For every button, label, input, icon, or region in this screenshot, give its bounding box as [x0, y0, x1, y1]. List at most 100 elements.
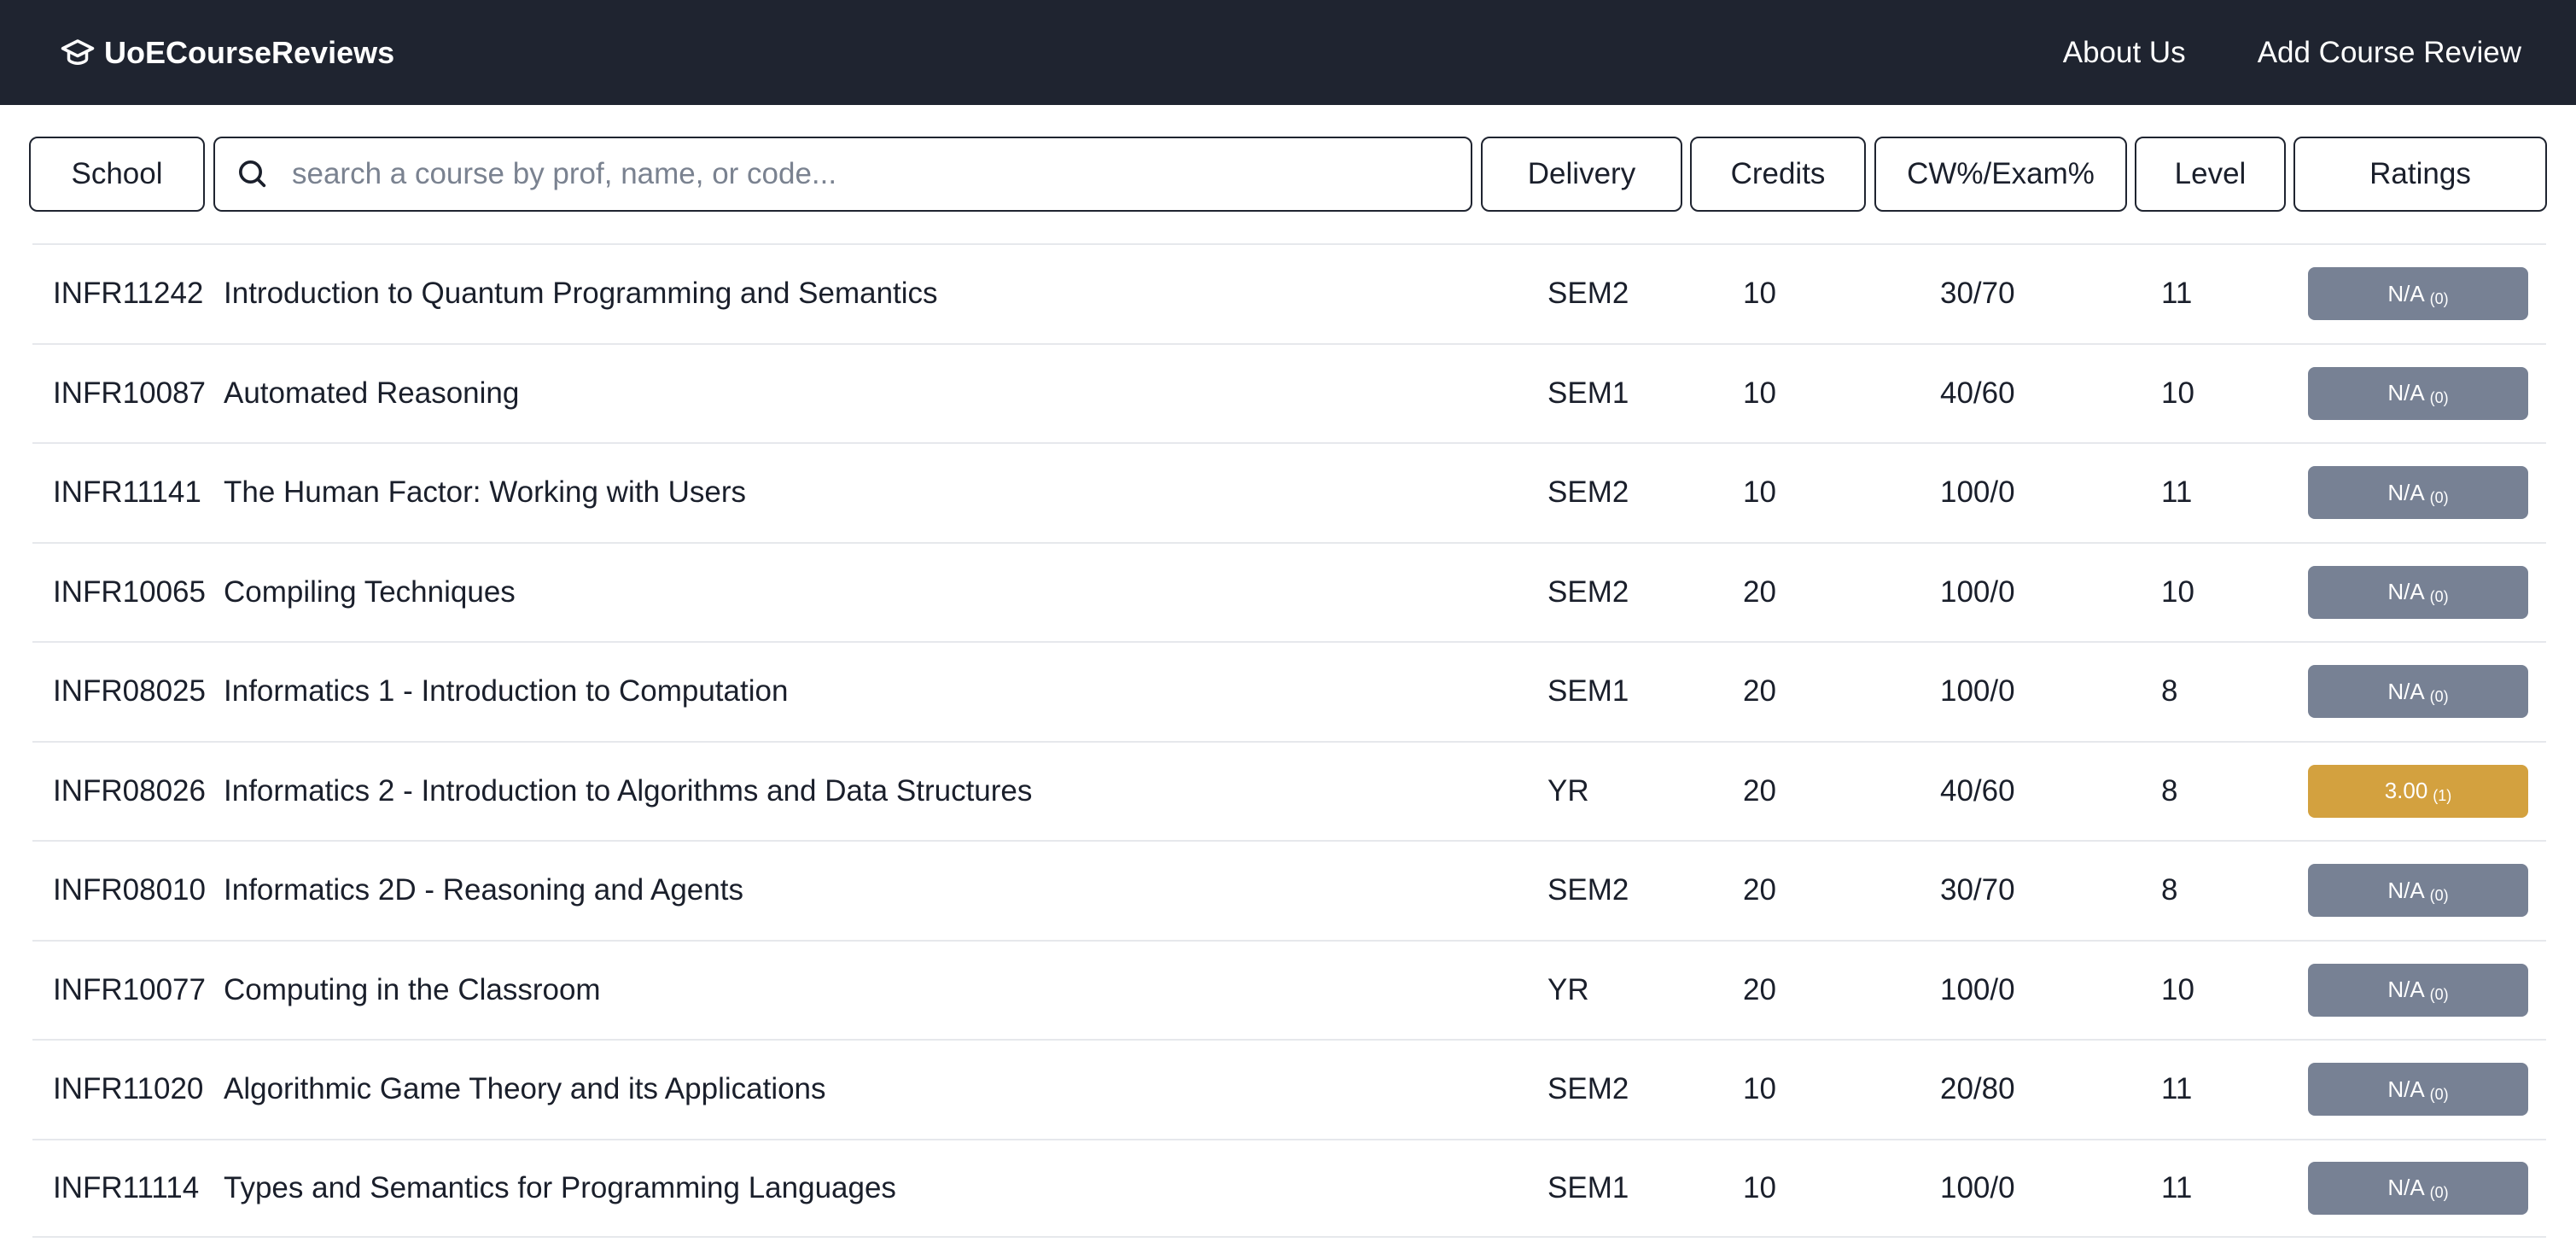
course-code: INFR10077: [53, 972, 206, 1006]
course-cw-exam: 30/70: [1940, 277, 2015, 311]
course-row[interactable]: INFR11114 Types and Semantics for Program…: [32, 1138, 2546, 1238]
search-icon: [236, 157, 270, 191]
course-row[interactable]: INFR11020 Algorithmic Game Theory and its…: [32, 1039, 2546, 1139]
course-delivery: SEM1: [1547, 1170, 1629, 1204]
course-level: 11: [2161, 475, 2193, 510]
course-row[interactable]: INFR08025 Informatics 1 - Introduction to…: [32, 641, 2546, 741]
course-code: INFR11020: [53, 1072, 204, 1106]
course-row[interactable]: INFR10077 Computing in the Classroom YR 20 1…: [32, 939, 2546, 1040]
course-rating-cell: N/A (0): [2308, 842, 2528, 940]
course-cw-exam: 100/0: [1940, 674, 2015, 709]
about-us-link[interactable]: About Us: [2063, 36, 2186, 70]
ratings-filter-button[interactable]: Ratings: [2293, 137, 2547, 212]
rating-badge: N/A (0): [2308, 466, 2528, 520]
rating-count: (0): [2429, 488, 2449, 506]
course-name: Informatics 2D - Reasoning and Agents: [224, 873, 743, 907]
rating-value: N/A: [2387, 977, 2425, 1003]
course-level: 8: [2161, 873, 2178, 907]
rating-badge: N/A (0): [2308, 1063, 2528, 1117]
course-name: Computing in the Classroom: [224, 972, 601, 1006]
course-cw-exam: 100/0: [1940, 475, 2015, 510]
rating-badge: 3.00 (1): [2308, 764, 2528, 818]
rating-badge: N/A (0): [2308, 963, 2528, 1017]
course-name: The Human Factor: Working with Users: [224, 475, 747, 510]
rating-count: (0): [2429, 687, 2449, 705]
course-rating-cell: 3.00 (1): [2308, 743, 2528, 841]
add-course-review-link[interactable]: Add Course Review: [2258, 36, 2521, 70]
brand-link[interactable]: UoECourseReviews: [60, 35, 394, 71]
rating-badge: N/A (0): [2308, 366, 2528, 420]
course-delivery: SEM1: [1547, 376, 1629, 410]
rating-value: N/A: [2387, 380, 2425, 406]
course-code: INFR11141: [53, 475, 201, 510]
rating-value: 3.00: [2384, 778, 2428, 804]
course-row[interactable]: INFR11141 The Human Factor: Working with …: [32, 442, 2546, 542]
course-delivery: YR: [1547, 773, 1589, 808]
course-cw-exam: 100/0: [1940, 574, 2015, 609]
course-credits: 10: [1743, 277, 1776, 311]
course-name: Automated Reasoning: [224, 376, 520, 410]
rating-count: (0): [2429, 389, 2449, 407]
rating-badge: N/A (0): [2308, 267, 2528, 321]
course-row[interactable]: INFR10065 Compiling Techniques SEM2 20 100/0…: [32, 541, 2546, 642]
course-name: Types and Semantics for Programming Lang…: [224, 1170, 896, 1204]
course-cw-exam: 40/60: [1940, 773, 2015, 808]
course-credits: 10: [1743, 1072, 1776, 1106]
course-credits: 20: [1743, 574, 1776, 609]
course-level: 10: [2161, 574, 2194, 609]
course-code: INFR08010: [53, 873, 206, 907]
rating-count: (0): [2429, 1085, 2449, 1103]
course-name: Compiling Techniques: [224, 574, 516, 609]
course-level: 11: [2161, 1072, 2193, 1106]
course-rating-cell: N/A (0): [2308, 245, 2528, 343]
rating-value: N/A: [2387, 579, 2425, 605]
rating-value: N/A: [2387, 280, 2425, 306]
rating-badge: N/A (0): [2308, 565, 2528, 619]
course-delivery: SEM2: [1547, 574, 1629, 609]
course-rating-cell: N/A (0): [2308, 942, 2528, 1040]
brand-name: UoECourseReviews: [104, 34, 395, 70]
course-delivery: SEM2: [1547, 1072, 1629, 1106]
course-code: INFR11114: [53, 1170, 200, 1204]
course-name: Informatics 2 - Introduction to Algorith…: [224, 773, 1033, 808]
course-cw-exam: 20/80: [1940, 1072, 2015, 1106]
rating-value: N/A: [2387, 678, 2425, 704]
course-row[interactable]: INFR10087 Automated Reasoning SEM1 10 40/60 1…: [32, 342, 2546, 443]
rating-value: N/A: [2387, 1076, 2425, 1102]
search-input[interactable]: [290, 156, 1471, 192]
level-filter-button[interactable]: Level: [2135, 137, 2286, 212]
rating-count: (0): [2429, 1184, 2449, 1202]
course-name: Algorithmic Game Theory and its Applicat…: [224, 1072, 826, 1106]
course-delivery: SEM2: [1547, 475, 1629, 510]
rating-count: (1): [2433, 787, 2452, 805]
course-credits: 10: [1743, 376, 1776, 410]
school-filter-button[interactable]: School: [29, 137, 205, 212]
rating-count: (0): [2429, 588, 2449, 606]
rating-value: N/A: [2387, 1175, 2425, 1201]
rating-badge: N/A (0): [2308, 665, 2528, 719]
course-row[interactable]: INFR08026 Informatics 2 - Introduction to…: [32, 740, 2546, 841]
course-cw-exam: 100/0: [1940, 972, 2015, 1006]
course-row[interactable]: INFR08010 Informatics 2D - Reasoning and …: [32, 840, 2546, 940]
course-credits: 20: [1743, 773, 1776, 808]
course-credits: 20: [1743, 873, 1776, 907]
credits-filter-button[interactable]: Credits: [1690, 137, 1866, 212]
course-credits: 10: [1743, 475, 1776, 510]
course-name: Informatics 1 - Introduction to Computat…: [224, 674, 789, 709]
course-code: INFR10087: [53, 376, 206, 410]
course-credits: 10: [1743, 1170, 1776, 1204]
course-cw-exam: 40/60: [1940, 376, 2015, 410]
cw-exam-filter-button[interactable]: CW%/Exam%: [1874, 137, 2127, 212]
filter-bar: School Delivery Credits CW%/Exam% Level …: [29, 137, 2547, 212]
course-cw-exam: 30/70: [1940, 873, 2015, 907]
course-rating-cell: N/A (0): [2308, 345, 2528, 443]
course-code: INFR10065: [53, 574, 206, 609]
course-credits: 20: [1743, 674, 1776, 709]
course-level: 8: [2161, 773, 2178, 808]
course-row[interactable]: INFR11242 Introduction to Quantum Program…: [32, 243, 2546, 343]
delivery-filter-button[interactable]: Delivery: [1481, 137, 1682, 212]
course-code: INFR11242: [53, 277, 204, 311]
course-credits: 20: [1743, 972, 1776, 1006]
course-level: 11: [2161, 1170, 2193, 1204]
graduation-cap-icon: [60, 35, 96, 71]
